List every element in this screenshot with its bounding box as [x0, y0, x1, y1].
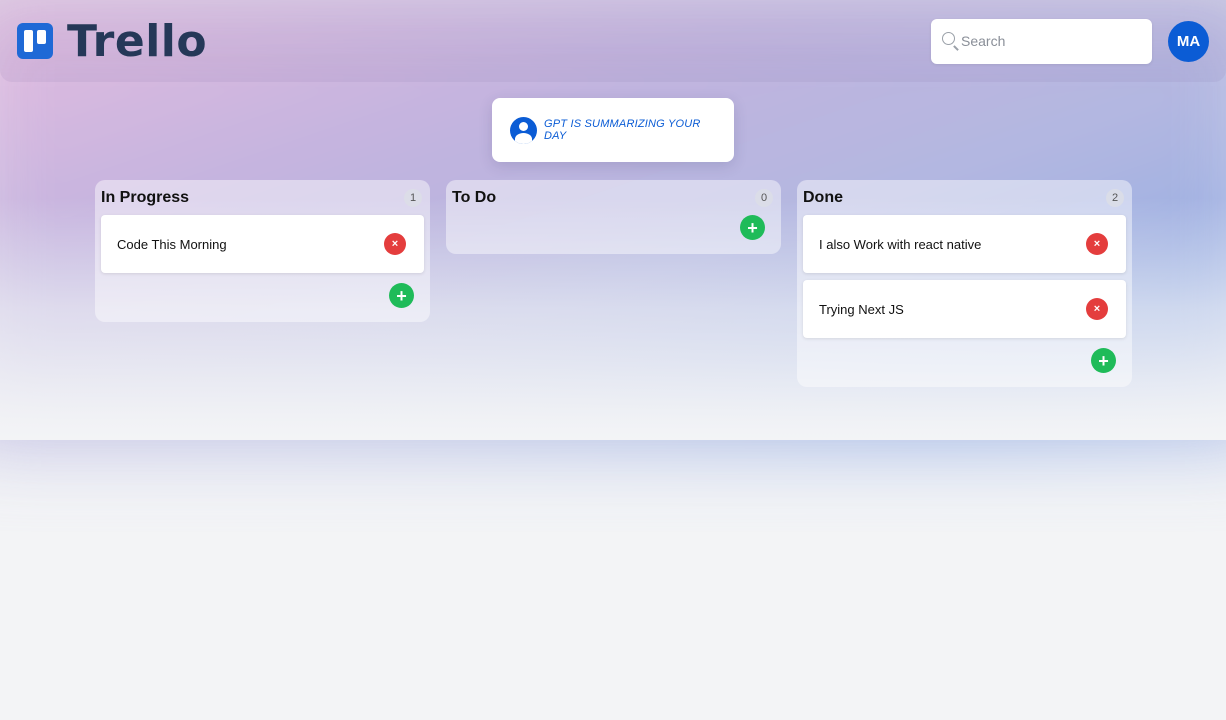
- gpt-summary-box: GPT IS SUMMARIZING YOUR DAY: [492, 98, 734, 162]
- todo-card-text: I also Work with react native: [819, 236, 982, 252]
- column-count-badge: 0: [755, 188, 773, 207]
- column-count-badge: 2: [1106, 188, 1124, 207]
- column-title: Done: [803, 188, 843, 206]
- summary-text: GPT IS SUMMARIZING YOUR DAY: [544, 118, 701, 142]
- column-to-do: To Do 0 +: [446, 180, 781, 254]
- todo-card-text: Trying Next JS: [819, 301, 904, 317]
- search-input[interactable]: [961, 33, 1142, 49]
- todo-card[interactable]: Code This Morning ×: [101, 215, 424, 273]
- todo-card[interactable]: I also Work with react native ×: [803, 215, 1126, 273]
- column-done: Done 2 I also Work with react native × T…: [797, 180, 1132, 387]
- trello-logo[interactable]: Trello: [17, 16, 207, 67]
- column-title: In Progress: [101, 188, 190, 206]
- column-count-badge: 1: [404, 188, 422, 207]
- remove-todo-button[interactable]: ×: [1086, 298, 1108, 320]
- top-bar: Trello MA: [0, 0, 1226, 82]
- add-todo-button[interactable]: +: [740, 215, 765, 240]
- search-box[interactable]: [931, 18, 1152, 64]
- column-title: To Do: [452, 188, 497, 206]
- todo-card-text: Code This Morning: [117, 236, 227, 252]
- remove-todo-button[interactable]: ×: [384, 233, 406, 255]
- add-todo-button[interactable]: +: [389, 283, 414, 308]
- user-avatar[interactable]: MA: [1168, 20, 1209, 62]
- column-in-progress: In Progress 1 Code This Morning × +: [95, 180, 430, 322]
- remove-todo-button[interactable]: ×: [1086, 233, 1108, 255]
- add-todo-button[interactable]: +: [1091, 348, 1116, 373]
- app-name: Trello: [67, 15, 208, 67]
- todo-card[interactable]: Trying Next JS ×: [803, 280, 1126, 338]
- user-circle-icon: [510, 116, 537, 144]
- trello-logo-icon: [17, 23, 53, 59]
- search-icon: [941, 31, 959, 51]
